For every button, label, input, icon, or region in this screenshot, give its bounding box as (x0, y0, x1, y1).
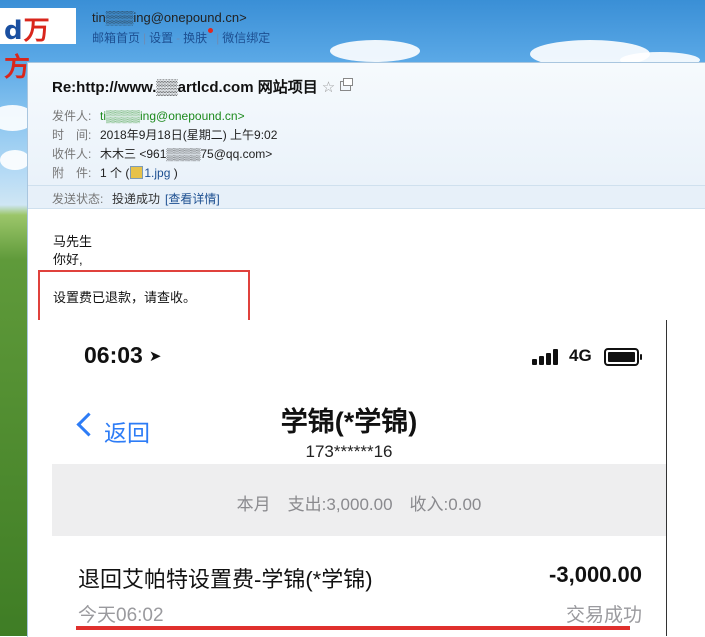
payment-screenshot: 06:03 ➤ 4G 返回 学锦(*学锦) 173******16 本月 支出:3… (32, 320, 667, 636)
mail-subject: Re:http://www.▒▒artlcd.com 网站项目 ☆ (52, 76, 354, 97)
body-salutation: 马先生 (53, 234, 93, 249)
contact-title: 学锦(*学锦) (280, 407, 418, 437)
highlight-underline (76, 626, 630, 630)
nav-change-skin[interactable]: 换肤 (183, 31, 207, 45)
cloud (330, 40, 420, 62)
transaction-time: 今天06:02 (78, 605, 164, 626)
nav-settings[interactable]: 设置 (149, 31, 173, 45)
recipient-address[interactable]: 木木三 <961▒▒▒▒75@qq.com> (100, 147, 272, 161)
monthly-summary: 本月 支出:3,000.00 收入:0.00 (52, 464, 666, 536)
transaction-title[interactable]: 退回艾帕特设置费-学锦(*学锦) (78, 562, 373, 594)
nav-wechat-bind[interactable]: 微信绑定 (222, 31, 270, 45)
account-nav: 邮箱首页 | 设置 - 换肤 | 微信绑定 (92, 28, 270, 46)
star-icon[interactable]: ☆ (322, 79, 335, 96)
delivery-status: 投递成功 (112, 192, 161, 206)
signal-icon (532, 349, 560, 365)
summary-text: 本月 支出:3,000.00 收入:0.00 (236, 495, 482, 514)
body-greeting: 你好, (53, 252, 83, 267)
delivery-status-bar: 发送状态: 投递成功 [查看详情] (28, 186, 705, 209)
attachment-row: 附 件: 1 个 (1.jpg ) (52, 166, 178, 180)
attachment-link[interactable]: 1.jpg (144, 166, 170, 180)
transaction-status: 交易成功 (565, 605, 642, 626)
notification-dot (208, 28, 214, 33)
location-arrow-icon: ➤ (148, 348, 162, 365)
battery-icon (604, 348, 642, 366)
from-row: 发件人: ti▒▒▒▒ing@onepound.cn> (52, 109, 245, 123)
view-details-link[interactable]: [查看详情] (165, 190, 220, 207)
nav-mailbox-home[interactable]: 邮箱首页 (92, 31, 140, 45)
transaction-amount: -3,000.00 (549, 562, 642, 587)
network-type: 4G (569, 346, 592, 365)
cloud (0, 150, 30, 170)
body-refund-notice: 设置费已退款，请查收。 (53, 290, 197, 305)
image-file-icon (130, 166, 144, 180)
phone-status-time: 06:03 ➤ (84, 342, 162, 368)
sender-address[interactable]: ti▒▒▒▒ing@onepound.cn> (100, 109, 245, 123)
mail-header: Re:http://www.▒▒artlcd.com 网站项目 ☆ 发件人: ti▒… (28, 63, 705, 186)
popout-icon[interactable] (340, 78, 354, 91)
to-row: 收件人: 木木三 <961▒▒▒▒75@qq.com> (52, 147, 273, 161)
contact-phone: 173******16 (305, 442, 393, 461)
brand-logo: d万方 (0, 8, 76, 83)
account-email: tin▒▒▒ing@onepound.cn> (92, 10, 247, 25)
time-row: 时 间: 2018年9月18日(星期二) 上午9:02 (52, 128, 278, 142)
